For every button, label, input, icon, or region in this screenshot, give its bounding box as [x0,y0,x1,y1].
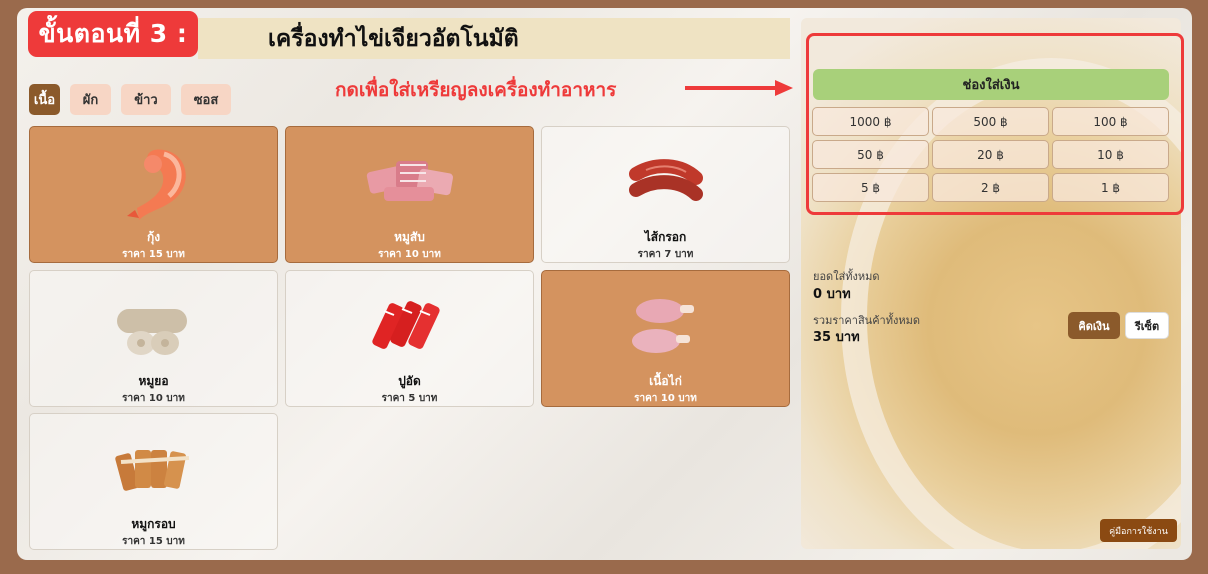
ingredient-card-shrimp[interactable]: กุ้ง ราคา 15 บาท [29,126,278,263]
ingredient-price: ราคา 10 บาท [634,393,697,404]
page-title: เครื่องทำไข่เจียวอัตโนมัติ [268,25,519,52]
ingredient-name: ปูอัด [398,374,421,388]
money-slot-header: ช่องใส่เงิน [813,69,1169,100]
crispy-pork-icon [99,424,209,513]
ingredient-name: หมูสับ [394,230,425,244]
ingredient-card-chicken[interactable]: เนื้อไก่ ราคา 10 บาท [541,270,790,407]
ingredient-price: ราคา 10 บาท [122,393,185,404]
ingredient-name: กุ้ง [146,230,161,244]
tab-sauce[interactable]: ซอส [181,84,231,115]
ingredient-name: เนื้อไก่ [649,374,682,388]
ingredient-card-crab-stick[interactable]: ปูอัด ราคา 5 บาท [285,270,534,407]
ingredient-name: หมูกรอบ [131,517,176,531]
coin-button-10[interactable]: 10 ฿ [1052,140,1169,169]
tab-vegetable[interactable]: ผัก [70,84,111,115]
ingredient-name: หมูยอ [138,374,169,388]
ingredient-name: ไส้กรอก [644,230,687,244]
coin-button-50[interactable]: 50 ฿ [812,140,929,169]
coin-button-20[interactable]: 20 ฿ [932,140,1049,169]
ingredient-price: ราคา 15 บาท [122,249,185,260]
ingredient-price: ราคา 5 บาท [381,393,438,404]
ingredient-price: ราคา 10 บาท [378,249,441,260]
arrow-right-icon [685,80,793,96]
step-badge: ขั้นตอนที่ 3 : [28,11,198,57]
total-value: 35 บาท [813,330,860,345]
tab-rice[interactable]: ข้าว [121,84,171,115]
ingredient-card-crispy-pork[interactable]: หมูกรอบ ราคา 15 บาท [29,413,278,550]
shrimp-icon [99,137,209,226]
ingredient-card-sausage[interactable]: ไส้กรอก ราคา 7 บาท [541,126,790,263]
ingredient-price: ราคา 7 บาท [637,249,694,260]
category-tabs: เนื้อ ผัก ข้าว ซอส [29,84,231,115]
coin-button-5[interactable]: 5 ฿ [812,173,929,202]
tab-meat[interactable]: เนื้อ [29,84,60,115]
checkout-button[interactable]: คิดเงิน [1068,312,1120,339]
pork-roll-icon [99,281,209,370]
minced-pork-icon [355,137,465,226]
deposit-value: 0 บาท [813,287,851,302]
page-title-bar: เครื่องทำไข่เจียวอัตโนมัติ [198,18,790,59]
coin-button-100[interactable]: 100 ฿ [1052,107,1169,136]
reset-button[interactable]: รีเซ็ต [1125,312,1169,339]
chicken-icon [611,281,721,370]
coin-button-1000[interactable]: 1000 ฿ [812,107,929,136]
manual-button[interactable]: คู่มือการใช้งาน [1100,519,1177,542]
coin-button-500[interactable]: 500 ฿ [932,107,1049,136]
coin-hint-text: กดเพื่อใส่เหรียญลงเครื่องทำอาหาร [335,79,617,101]
coin-button-1[interactable]: 1 ฿ [1052,173,1169,202]
ingredient-card-minced-pork[interactable]: หมูสับ ราคา 10 บาท [285,126,534,263]
coin-button-2[interactable]: 2 ฿ [932,173,1049,202]
crab-stick-icon [355,281,465,370]
ingredient-price: ราคา 15 บาท [122,536,185,547]
sausage-icon [611,137,721,226]
ingredient-card-pork-roll[interactable]: หมูยอ ราคา 10 บาท [29,270,278,407]
